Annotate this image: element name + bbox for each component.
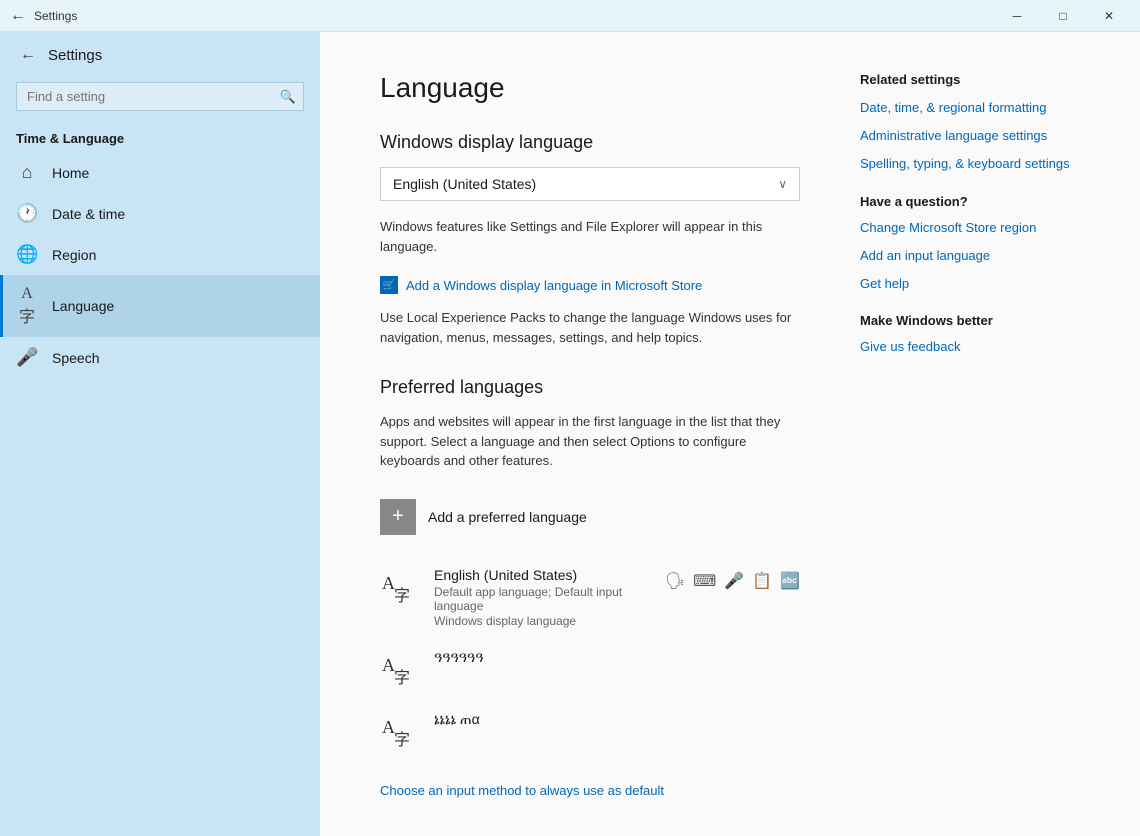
add-plus-icon: + [380,499,416,535]
list-item[interactable]: A 字 ኔኔኔኔ ጠα [380,705,800,759]
sidebar-item-speech-label: Speech [52,350,99,366]
input-method-default-link[interactable]: Choose an input method to always use as … [380,783,664,798]
language-name-2: ዓዓዓዓዓዓ [434,649,800,666]
sidebar-item-datetime[interactable]: 🕐 Date & time [0,193,320,234]
sidebar-item-speech[interactable]: 🎤 Speech [0,337,320,378]
right-panel: Related settings Date, time, & regional … [860,72,1080,796]
store-note: Use Local Experience Packs to change the… [380,308,800,347]
related-link-spelling[interactable]: Spelling, typing, & keyboard settings [860,155,1080,173]
question-link-add-input[interactable]: Add an input language [860,247,1080,265]
language-sub2: Windows display language [434,614,653,628]
badge-display-icon: 🔤 [780,571,800,591]
language-badges: 🗣 ⌨ 🎤 📋 🔤 [665,567,800,591]
titlebar-controls: ─ □ ✕ [994,0,1132,32]
titlebar: ← Settings ─ □ ✕ [0,0,1140,32]
list-item[interactable]: A 字 ዓዓዓዓዓዓ [380,643,800,697]
page-title: Language [380,72,800,104]
language-name-3: ኔኔኔኔ ጠα [434,711,800,728]
language-icon: A字 [16,285,38,327]
sidebar-section-label: Time & Language [0,123,320,152]
titlebar-title: Settings [34,9,77,23]
sidebar-item-region-label: Region [52,247,96,263]
preferred-languages-section-title: Preferred languages [380,377,800,398]
sidebar-item-home-label: Home [52,165,89,181]
content-area: Language Windows display language Englis… [320,32,1140,836]
give-feedback-link[interactable]: Give us feedback [860,338,1080,356]
related-link-admin-language[interactable]: Administrative language settings [860,127,1080,145]
microphone-icon: 🎤 [16,347,38,368]
badge-keyboard-icon: ⌨ [693,571,716,591]
display-language-section-title: Windows display language [380,132,800,153]
app-body: ← Settings 🔍 Time & Language ⌂ Home 🕐 Da… [0,32,1140,836]
minimize-button[interactable]: ─ [994,0,1040,32]
add-lang-label: Add a preferred language [428,509,587,525]
language-item-info-3: ኔኔኔኔ ጠα [434,711,800,730]
language-name: English (United States) [434,567,653,583]
nav-back-button[interactable]: ← [16,42,40,68]
store-link-label: Add a Windows display language in Micros… [406,278,702,293]
language-item-icon-2: A 字 [380,649,422,691]
display-language-dropdown[interactable]: English (United States) ∨ [380,167,800,201]
back-icon: ← [10,7,26,25]
main-panel: Language Windows display language Englis… [380,72,800,796]
svg-text:字: 字 [394,587,410,605]
have-a-question-section: Have a question? Change Microsoft Store … [860,194,1080,294]
badge-handwriting-icon: 📋 [752,571,772,591]
question-link-get-help[interactable]: Get help [860,275,1080,293]
list-item[interactable]: A 字 English (United States) Default app … [380,561,800,635]
language-sub1: Default app language; Default input lang… [434,585,653,613]
svg-text:字: 字 [394,731,410,749]
language-item-info-2: ዓዓዓዓዓዓ [434,649,800,668]
globe-icon: 🌐 [16,244,38,265]
sidebar-app-title: Settings [48,47,102,64]
store-icon: 🛒 [380,276,398,294]
store-link[interactable]: 🛒 Add a Windows display language in Micr… [380,276,800,294]
home-icon: ⌂ [16,162,38,183]
question-link-store-region[interactable]: Change Microsoft Store region [860,219,1080,237]
language-item-icon: A 字 [380,567,422,609]
badge-speak-icon: 🗣 [665,571,685,591]
sidebar: ← Settings 🔍 Time & Language ⌂ Home 🕐 Da… [0,32,320,836]
display-lang-note: Windows features like Settings and File … [380,217,800,256]
sidebar-item-datetime-label: Date & time [52,206,125,222]
close-button[interactable]: ✕ [1086,0,1132,32]
svg-text:字: 字 [394,669,410,687]
sidebar-item-language[interactable]: A字 Language [0,275,320,337]
clock-icon: 🕐 [16,203,38,224]
sidebar-nav-top: ← Settings [0,32,320,78]
badge-mic-icon: 🎤 [724,571,744,591]
chevron-down-icon: ∨ [778,177,787,191]
related-settings-title: Related settings [860,72,1080,87]
sidebar-search-container: 🔍 [16,82,304,111]
language-item-info: English (United States) Default app lang… [434,567,653,629]
add-preferred-language-button[interactable]: + Add a preferred language [380,491,800,543]
related-link-date-time[interactable]: Date, time, & regional formatting [860,99,1080,117]
sidebar-item-language-label: Language [52,298,114,314]
search-icon: 🔍 [280,89,296,105]
preferred-note: Apps and websites will appear in the fir… [380,412,800,471]
question-title: Have a question? [860,194,1080,209]
sidebar-item-region[interactable]: 🌐 Region [0,234,320,275]
sidebar-item-home[interactable]: ⌂ Home [0,152,320,193]
titlebar-left: ← Settings [0,7,77,25]
search-input[interactable] [16,82,304,111]
language-item-icon-3: A 字 [380,711,422,753]
maximize-button[interactable]: □ [1040,0,1086,32]
make-windows-better-title: Make Windows better [860,313,1080,328]
dropdown-value: English (United States) [393,176,536,192]
